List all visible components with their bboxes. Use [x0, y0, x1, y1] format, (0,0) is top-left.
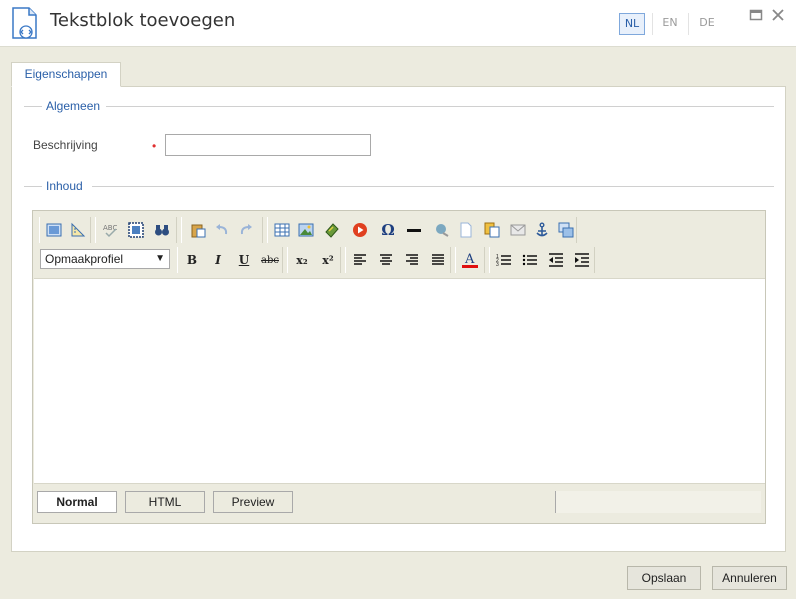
find-icon[interactable] [152, 221, 172, 239]
svg-text:3: 3 [496, 262, 499, 267]
mode-preview-button[interactable]: Preview [213, 491, 293, 513]
mode-normal-button[interactable]: Normal [37, 491, 117, 513]
copy-format-icon[interactable] [482, 221, 502, 239]
dropdown-arrow-icon: ▼ [155, 253, 165, 264]
subscript-button[interactable]: x₂ [292, 251, 312, 269]
style-profile-select[interactable]: Opmaakprofiel ▼ [40, 249, 170, 269]
mode-html-button[interactable]: HTML [125, 491, 205, 513]
font-color-letter: A [464, 252, 475, 267]
language-de-button[interactable]: DE [694, 13, 720, 35]
toolbar-group [181, 217, 263, 243]
tab-eigenschappen[interactable]: Eigenschappen [11, 62, 121, 87]
ordered-list-icon[interactable]: 123 [494, 251, 514, 269]
section-legend-algemeen: Algemeen [46, 99, 101, 113]
unordered-list-icon[interactable] [520, 251, 540, 269]
section-legend-inhoud: Inhoud [46, 179, 83, 193]
redo-icon[interactable] [236, 221, 256, 239]
cancel-button[interactable]: Annuleren [712, 566, 787, 590]
maximize-icon[interactable] [749, 8, 763, 22]
outdent-icon[interactable] [546, 251, 566, 269]
editor-content-area[interactable] [34, 278, 765, 484]
toolbar-group: ABC [95, 217, 177, 243]
document-code-icon [10, 7, 40, 39]
section-algemeen: Algemeen [12, 99, 774, 113]
paste-icon[interactable] [188, 221, 208, 239]
special-char-icon[interactable]: Ω [378, 221, 398, 239]
select-all-icon[interactable] [126, 221, 146, 239]
language-en-button[interactable]: EN [657, 13, 683, 35]
italic-button[interactable]: I [208, 251, 228, 269]
language-divider [652, 13, 653, 35]
align-center-icon[interactable] [376, 251, 396, 269]
align-justify-icon[interactable] [428, 251, 448, 269]
language-nl-button[interactable]: NL [619, 13, 645, 35]
toolbar-group [39, 217, 91, 243]
indent-icon[interactable] [572, 251, 592, 269]
underline-button[interactable]: U [234, 251, 254, 269]
align-right-icon[interactable] [402, 251, 422, 269]
ruler-icon[interactable] [68, 221, 88, 239]
save-button[interactable]: Opslaan [627, 566, 701, 590]
dialog-header: Tekstblok toevoegen NL EN DE [0, 0, 796, 47]
align-left-icon[interactable] [350, 251, 370, 269]
superscript-button[interactable]: x² [318, 251, 338, 269]
mail-icon[interactable] [508, 221, 528, 239]
toolbar-group: B I U abc [177, 247, 283, 273]
new-document-icon[interactable] [456, 221, 476, 239]
bold-button[interactable]: B [182, 251, 202, 269]
anchor-icon[interactable] [532, 221, 552, 239]
table-icon[interactable] [272, 221, 292, 239]
toolbar-group: Ω [267, 217, 577, 243]
image-icon[interactable] [296, 221, 316, 239]
language-divider [688, 13, 689, 35]
close-icon[interactable] [771, 8, 785, 22]
required-indicator: • [152, 139, 157, 153]
spellcheck-icon[interactable]: ABC [100, 221, 120, 239]
beschrijving-label: Beschrijving [33, 138, 98, 152]
beschrijving-input[interactable] [165, 134, 371, 156]
undo-icon[interactable] [212, 221, 232, 239]
media-icon[interactable] [322, 221, 342, 239]
svg-text:ABC: ABC [103, 224, 117, 232]
editor-status-area [555, 491, 761, 513]
toolbar-group [345, 247, 451, 273]
template-icon[interactable] [556, 221, 576, 239]
dialog-title: Tekstblok toevoegen [50, 10, 236, 31]
strikethrough-button[interactable]: abc [260, 251, 280, 269]
video-icon[interactable] [350, 221, 370, 239]
rich-text-editor: ABC Ω Opmaakprofiel ▼ B I U abc x₂ x² A … [32, 210, 766, 524]
toolbar-row-2: B I U abc x₂ x² A 1 2 3 [177, 247, 597, 273]
font-color-button[interactable]: A [460, 251, 480, 269]
style-profile-value: Opmaakprofiel [45, 252, 124, 266]
toolbar-group: A [455, 247, 485, 273]
fullscreen-icon[interactable] [44, 221, 64, 239]
toolbar-group: x₂ x² [287, 247, 341, 273]
section-inhoud: Inhoud [12, 179, 774, 193]
toolbar-row-1: ABC Ω [37, 217, 597, 243]
toolbar-group: 123 [489, 247, 595, 273]
link-icon[interactable] [432, 221, 452, 239]
horizontal-rule-icon[interactable] [404, 221, 424, 239]
